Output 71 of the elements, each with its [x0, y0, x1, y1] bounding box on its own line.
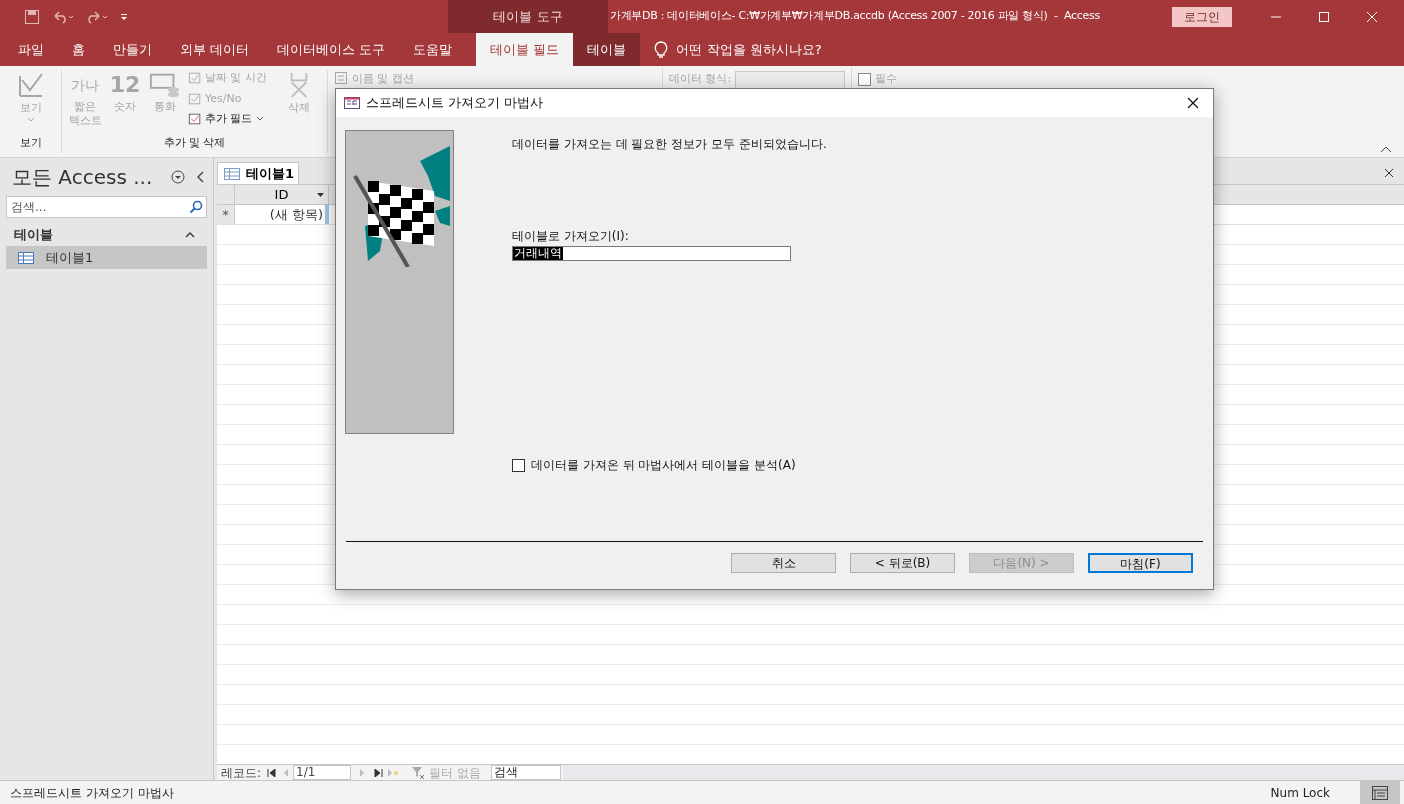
- checkbox-icon: [188, 91, 202, 106]
- contextual-tab-header: 테이블 도구: [448, 0, 608, 33]
- search-icon[interactable]: [189, 200, 203, 214]
- ribbon-tab[interactable]: 홈: [58, 33, 99, 66]
- num-lock-indicator: Num Lock: [1270, 784, 1330, 802]
- datasheet-icon: [1372, 785, 1388, 800]
- ribbon-tab[interactable]: 도움말: [399, 33, 467, 66]
- ribbon-tab[interactable]: 외부 데이터: [166, 33, 264, 66]
- window-title: 가계부DB : 데이터베이스- C:₩가계부₩가계부DB.accdb (Access 2007 - 2016 파일 형식) - Access: [610, 8, 1100, 25]
- filter-icon[interactable]: [411, 765, 426, 780]
- group-label: 추가 및 삭제: [163, 134, 226, 151]
- required-label: 필수: [875, 71, 898, 87]
- sign-in-button[interactable]: 로그인: [1172, 6, 1232, 27]
- redo-icon[interactable]: [86, 9, 108, 24]
- table-icon: [224, 167, 240, 180]
- customize-menu-icon[interactable]: [120, 12, 128, 21]
- record-position-field[interactable]: 1/1: [293, 765, 352, 780]
- field-type-button[interactable]: 추가 필드: [188, 111, 286, 128]
- wizard-icon: [344, 97, 360, 109]
- record-search-field[interactable]: 검색: [490, 765, 561, 780]
- close-icon[interactable]: [1187, 97, 1199, 109]
- analyze-label: 데이터를 가져온 뒤 마법사에서 테이블을 분석(A): [531, 457, 796, 474]
- wizard-message: 데이터를 가져오는 데 필요한 정보가 모두 준비되었습니다.: [512, 136, 828, 153]
- ribbon-tab[interactable]: 테이블 필드: [476, 33, 574, 66]
- last-record-icon[interactable]: [373, 768, 384, 777]
- dialog-title: 스프레드시트 가져오기 마법사: [366, 94, 545, 113]
- table-name-field[interactable]: 거래내역: [512, 246, 791, 261]
- collapse-ribbon-icon[interactable]: [1380, 145, 1392, 153]
- data-type-dropdown[interactable]: [735, 71, 846, 89]
- dialog-button[interactable]: 취소: [731, 553, 836, 573]
- dialog-button[interactable]: < 뒤로(B): [850, 553, 955, 573]
- save-icon[interactable]: [24, 8, 40, 25]
- list-icon: [334, 71, 348, 85]
- status-text: 스프레드시트 가져오기 마법사: [9, 784, 175, 802]
- caret-icon: [255, 116, 264, 123]
- data-type-label: 데이터 형식:: [669, 71, 732, 87]
- checkbox-icon: [188, 112, 202, 127]
- new-record-marker: *: [217, 205, 235, 224]
- first-record-icon[interactable]: [267, 768, 278, 777]
- ribbon-tab[interactable]: 테이블: [573, 33, 641, 66]
- column-header[interactable]: ID: [235, 185, 329, 204]
- horizontal-scrollbar[interactable]: [562, 765, 1404, 780]
- datasheet-view-button[interactable]: [1360, 781, 1400, 804]
- table-icon: [18, 251, 34, 264]
- group-label: 보기: [19, 134, 42, 151]
- required-checkbox[interactable]: [858, 73, 872, 86]
- dropdown-icon[interactable]: [171, 170, 185, 184]
- analyze-checkbox[interactable]: [512, 458, 525, 472]
- ribbon-tab[interactable]: 데이터베이스 도구: [263, 33, 400, 66]
- maximize-icon[interactable]: [1318, 10, 1330, 23]
- dropdown-arrow-icon[interactable]: [317, 192, 324, 197]
- dialog-button[interactable]: 마침(F): [1088, 553, 1193, 573]
- ribbon-tab[interactable]: 만들기: [99, 33, 166, 66]
- nav-group-header[interactable]: 테이블: [0, 224, 213, 246]
- nav-search-field[interactable]: 검색...: [6, 196, 207, 218]
- nav-item[interactable]: 테이블1: [6, 246, 207, 269]
- delete-icon: [288, 70, 310, 100]
- nav-pane-title: 모든 Access ...: [12, 164, 154, 191]
- record-label: 레코드:: [220, 764, 263, 782]
- ribbon-tab[interactable]: 파일: [4, 33, 58, 66]
- checkbox-icon: [188, 71, 202, 86]
- lightbulb-icon: [654, 40, 669, 59]
- table-cell: (새 항목): [235, 205, 329, 224]
- collapse-pane-icon[interactable]: [197, 171, 205, 183]
- tell-me-field[interactable]: 어떤 작업을 원하시나요?: [676, 39, 822, 60]
- undo-icon[interactable]: [52, 9, 74, 24]
- caret-icon: [26, 116, 35, 123]
- filter-status: 필터 없음: [429, 764, 481, 782]
- table-name-label: 테이블로 가져오기(I):: [512, 228, 630, 245]
- close-icon[interactable]: [1384, 168, 1394, 178]
- document-tab[interactable]: 테이블1: [217, 162, 299, 184]
